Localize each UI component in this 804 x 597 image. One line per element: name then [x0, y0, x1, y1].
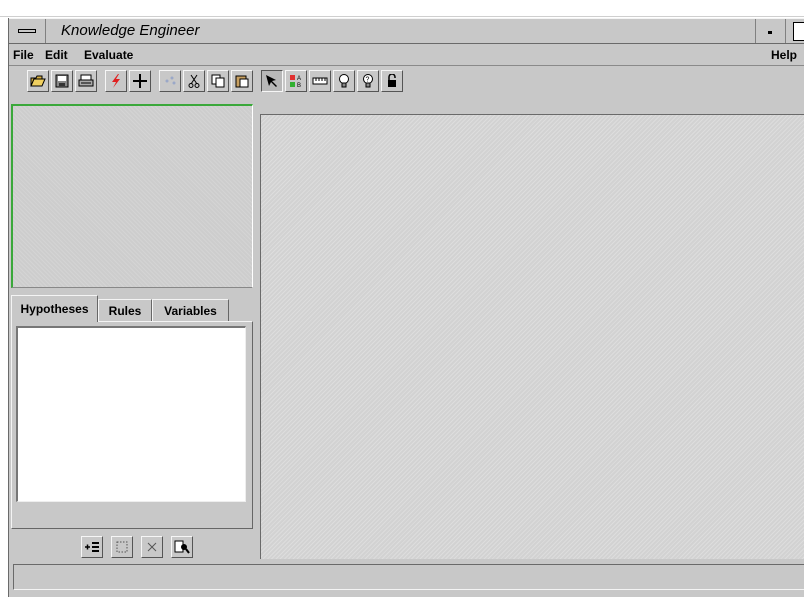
save-icon: [55, 74, 69, 88]
title-bar: Knowledge Engineer: [9, 18, 804, 44]
add-icon: [133, 74, 147, 88]
window-menu-icon: [18, 29, 36, 33]
find-icon: [174, 540, 190, 554]
select-box-button[interactable]: [111, 536, 133, 558]
diagram-canvas[interactable]: [260, 114, 804, 559]
title-separator: [785, 19, 786, 43]
toolbar: AB ?: [9, 68, 804, 98]
minimize-icon: [768, 31, 772, 34]
tab-strip: Hypotheses Rules Variables: [11, 295, 253, 322]
add-item-icon: [85, 542, 99, 552]
menu-edit[interactable]: Edit: [45, 48, 68, 62]
hypotheses-list[interactable]: [16, 326, 246, 502]
menu-evaluate[interactable]: Evaluate: [84, 48, 133, 62]
add-item-button[interactable]: [81, 536, 103, 558]
copy-button[interactable]: [207, 70, 229, 92]
svg-text:A: A: [297, 76, 301, 82]
delete-item-icon: [147, 542, 157, 552]
tree-view[interactable]: [11, 104, 253, 288]
lightbulb-question-icon: ?: [363, 74, 373, 88]
svg-text:?: ?: [366, 77, 370, 84]
menu-bar: File Edit Evaluate Help: [9, 44, 804, 66]
main-window: Knowledge Engineer File Edit Evaluate He…: [8, 18, 804, 597]
ruler-button[interactable]: [309, 70, 331, 92]
menu-file[interactable]: File: [13, 48, 34, 62]
tab-content-panel: [11, 321, 253, 529]
lightbulb-icon: [339, 74, 349, 88]
ruler-icon: [312, 77, 328, 85]
find-button[interactable]: [171, 536, 193, 558]
left-panel: Hypotheses Rules Variables: [9, 104, 253, 560]
svg-text:B: B: [297, 83, 301, 88]
menu-help[interactable]: Help: [771, 48, 797, 62]
print-icon: [78, 74, 94, 87]
title-separator: [755, 19, 756, 43]
ab-color-button[interactable]: AB: [285, 70, 307, 92]
add-node-button[interactable]: [129, 70, 151, 92]
list-button-bar: [9, 536, 253, 562]
lock-button[interactable]: [381, 70, 403, 92]
tab-hypotheses[interactable]: Hypotheses: [11, 295, 98, 322]
lightning-button[interactable]: [105, 70, 127, 92]
tab-variables[interactable]: Variables: [152, 299, 229, 321]
lightning-icon: [112, 74, 120, 88]
paste-button[interactable]: [231, 70, 253, 92]
minimize-button[interactable]: [761, 23, 779, 40]
open-button[interactable]: [27, 70, 49, 92]
paste-icon: [235, 75, 249, 88]
sparkle-button[interactable]: [159, 70, 181, 92]
window-menu-button[interactable]: [13, 22, 41, 40]
lightbulb-button[interactable]: [333, 70, 355, 92]
copy-icon: [211, 74, 225, 88]
screen-top-line: [0, 16, 804, 17]
lightbulb-question-button[interactable]: ?: [357, 70, 379, 92]
save-button[interactable]: [51, 70, 73, 92]
cut-button[interactable]: [183, 70, 205, 92]
lock-icon: [388, 74, 396, 87]
ab-color-icon: AB: [290, 75, 301, 88]
open-icon: [30, 75, 46, 87]
window-title: Knowledge Engineer: [61, 22, 200, 39]
sparkle-icon: [165, 76, 176, 85]
print-button[interactable]: [75, 70, 97, 92]
delete-item-button[interactable]: [141, 536, 163, 558]
title-separator: [45, 19, 46, 43]
maximize-button[interactable]: [793, 22, 804, 41]
cut-icon: [188, 74, 200, 88]
pointer-button[interactable]: [261, 70, 283, 92]
status-bar: [13, 564, 804, 590]
tab-rules[interactable]: Rules: [98, 299, 152, 321]
select-box-icon: [116, 541, 128, 553]
pointer-icon: [266, 75, 277, 87]
